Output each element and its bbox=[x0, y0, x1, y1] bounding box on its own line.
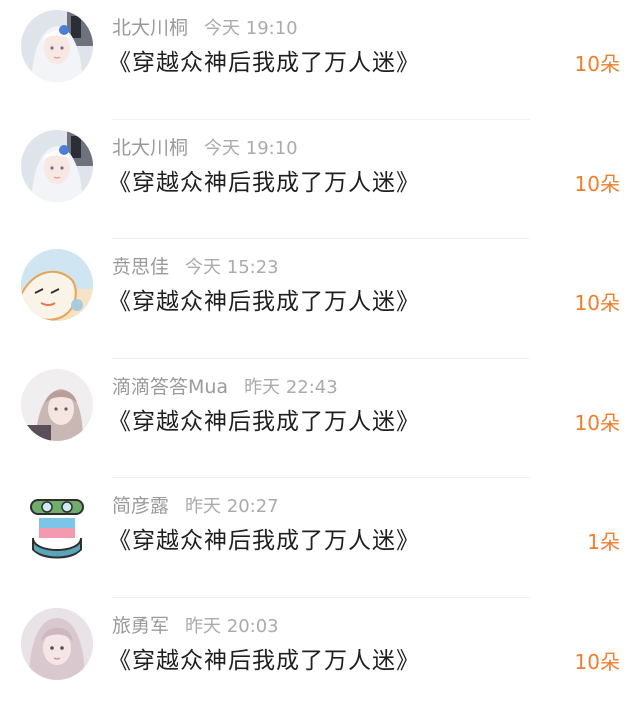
timestamp: 昨天 20:03 bbox=[185, 616, 279, 637]
anime-boy-avatar-icon bbox=[21, 369, 93, 441]
cartoon-goggles-avatar-icon bbox=[21, 488, 93, 560]
gift-amount: 10朵 bbox=[575, 287, 620, 319]
list-item[interactable]: 北大川桐今天 19:10 《穿越众神后我成了万人迷》 10朵 bbox=[0, 120, 640, 240]
list-item[interactable]: 北大川桐今天 19:10 《穿越众神后我成了万人迷》 10朵 bbox=[0, 0, 640, 120]
item-meta: 简彦露昨天 20:27 bbox=[112, 492, 279, 520]
cartoon-character-avatar-icon bbox=[21, 249, 93, 321]
anime-girl-white-hair-avatar-icon bbox=[21, 130, 93, 202]
list-item[interactable]: 旅勇军昨天 20:03 《穿越众神后我成了万人迷》 10朵 bbox=[0, 598, 640, 717]
timestamp: 昨天 22:43 bbox=[244, 377, 338, 398]
list-item[interactable]: 滴滴答答Mua 昨天 22:43 《穿越众神后我成了万人迷》 10朵 bbox=[0, 359, 640, 479]
book-title[interactable]: 《穿越众神后我成了万人迷》 bbox=[108, 405, 420, 439]
list-item[interactable]: 简彦露昨天 20:27 《穿越众神后我成了万人迷》 1朵 bbox=[0, 478, 640, 598]
gift-amount: 10朵 bbox=[575, 48, 620, 80]
gift-amount: 10朵 bbox=[575, 407, 620, 439]
book-title[interactable]: 《穿越众神后我成了万人迷》 bbox=[108, 524, 420, 558]
timestamp: 昨天 20:27 bbox=[185, 496, 279, 517]
username[interactable]: 贲思佳 bbox=[112, 256, 169, 278]
avatar[interactable] bbox=[21, 130, 93, 202]
book-title[interactable]: 《穿越众神后我成了万人迷》 bbox=[108, 166, 420, 200]
book-title[interactable]: 《穿越众神后我成了万人迷》 bbox=[108, 285, 420, 319]
anime-girl-white-hair-avatar-icon bbox=[21, 10, 93, 82]
username[interactable]: 旅勇军 bbox=[112, 615, 169, 637]
item-meta: 北大川桐今天 19:10 bbox=[112, 134, 298, 162]
avatar[interactable] bbox=[21, 10, 93, 82]
item-meta: 北大川桐今天 19:10 bbox=[112, 14, 298, 42]
item-meta: 贲思佳今天 15:23 bbox=[112, 253, 279, 281]
timestamp: 今天 19:10 bbox=[204, 18, 298, 39]
gift-amount: 1朵 bbox=[587, 526, 620, 558]
avatar[interactable] bbox=[21, 369, 93, 441]
username[interactable]: 简彦露 bbox=[112, 495, 169, 517]
username[interactable]: 北大川桐 bbox=[112, 137, 188, 159]
username[interactable]: 北大川桐 bbox=[112, 17, 188, 39]
avatar[interactable] bbox=[21, 249, 93, 321]
timestamp: 今天 15:23 bbox=[185, 257, 279, 278]
avatar[interactable] bbox=[21, 488, 93, 560]
timestamp: 今天 19:10 bbox=[204, 138, 298, 159]
item-meta: 旅勇军昨天 20:03 bbox=[112, 612, 279, 640]
list-item[interactable]: 贲思佳今天 15:23 《穿越众神后我成了万人迷》 10朵 bbox=[0, 239, 640, 359]
gift-amount: 10朵 bbox=[575, 168, 620, 200]
avatar[interactable] bbox=[21, 608, 93, 680]
book-title[interactable]: 《穿越众神后我成了万人迷》 bbox=[108, 644, 420, 678]
username[interactable]: 滴滴答答Mua bbox=[112, 376, 228, 398]
item-meta: 滴滴答答Mua 昨天 22:43 bbox=[112, 373, 338, 401]
book-title[interactable]: 《穿越众神后我成了万人迷》 bbox=[108, 46, 420, 80]
gift-amount: 10朵 bbox=[575, 646, 620, 678]
gift-record-list: 北大川桐今天 19:10 《穿越众神后我成了万人迷》 10朵 北大川桐今天 19… bbox=[0, 0, 640, 696]
girl-photo-avatar-icon bbox=[21, 608, 93, 680]
